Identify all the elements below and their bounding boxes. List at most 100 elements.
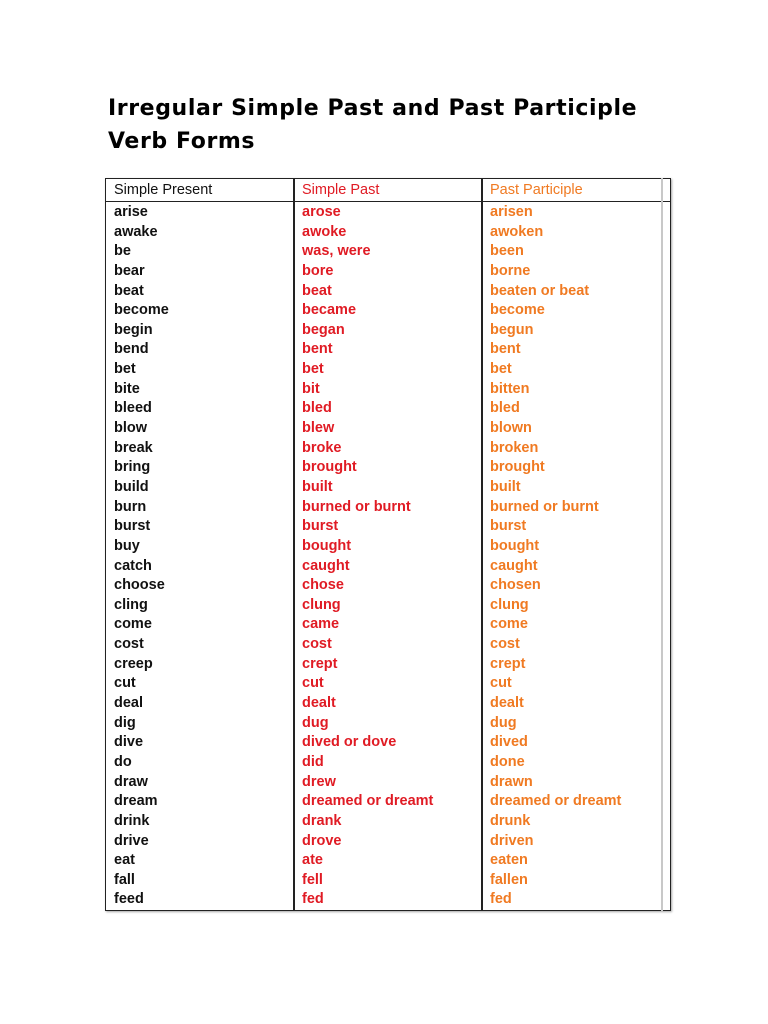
cell-simple-past: dug (302, 714, 329, 731)
table-row: cling clung clung (106, 596, 670, 616)
table-row: fall fell fallen (106, 871, 670, 891)
cell-past-participle: broken (490, 439, 539, 456)
cell-simple-present: bring (114, 459, 151, 476)
cell-past-participle: clung (490, 596, 529, 613)
cell-past-participle: done (490, 753, 525, 770)
cell-simple-past: did (302, 753, 324, 770)
table-row: become became become (106, 301, 670, 321)
cell-simple-past: burned or burnt (302, 498, 411, 515)
table-row: break broke broken (106, 439, 670, 459)
cell-past-participle: bet (490, 361, 512, 378)
table-row: buy bought bought (106, 537, 670, 557)
cell-simple-past: dreamed or dreamt (302, 793, 434, 810)
cell-past-participle: dug (490, 714, 517, 731)
cell-simple-past: became (302, 302, 357, 319)
cell-past-participle: begun (490, 321, 534, 338)
cell-simple-present: awake (114, 223, 158, 240)
table-row: be was, were been (106, 242, 670, 262)
cell-past-participle: cost (490, 636, 520, 653)
cell-simple-present: arise (114, 204, 148, 220)
table-row: bend bent bent (106, 340, 670, 360)
cell-past-participle: been (490, 243, 524, 260)
cell-simple-present: blow (114, 420, 148, 437)
table-row: bring brought brought (106, 458, 670, 478)
cell-simple-past: drank (302, 812, 342, 829)
cell-simple-past: beat (302, 282, 332, 299)
cell-simple-past: dealt (302, 695, 336, 712)
cell-simple-present: begin (114, 321, 153, 338)
table-row: catch caught caught (106, 557, 670, 577)
table-row: choose chose chosen (106, 576, 670, 596)
cell-simple-past: drew (302, 773, 336, 790)
cell-simple-present: feed (114, 891, 144, 908)
table-row: arise arose arisen (106, 203, 670, 223)
cell-simple-present: become (114, 302, 169, 319)
cell-simple-past: ate (302, 852, 323, 869)
cell-simple-past: bled (302, 400, 332, 417)
cell-simple-present: burst (114, 518, 151, 535)
cell-simple-past: bought (302, 537, 352, 554)
cell-simple-past: bet (302, 361, 324, 378)
title-line-1: Irregular Simple Past and Past Participl… (108, 96, 638, 121)
table-row: dream dreamed or dreamt dreamed or dreamt (106, 792, 670, 812)
cell-past-participle: dived (490, 734, 528, 751)
cell-past-participle: eaten (490, 852, 528, 869)
table-row: beat beat beaten or beat (106, 282, 670, 302)
cell-past-participle: become (490, 302, 545, 319)
cell-past-participle: bent (490, 341, 521, 358)
cell-past-participle: come (490, 616, 528, 633)
header-simple-present: Simple Present (114, 182, 213, 198)
cell-simple-present: draw (114, 773, 148, 790)
table-row: cost cost cost (106, 635, 670, 655)
table-row: creep crept crept (106, 655, 670, 675)
table-body: arise arose arisen awake awoke awoken be was, w… (106, 203, 670, 910)
table-header-row: Simple Present Simple Past Past Particip… (106, 179, 670, 202)
cell-simple-present: dream (114, 793, 158, 810)
table-row: feed fed fed (106, 890, 670, 910)
cell-simple-past: bent (302, 341, 333, 358)
cell-simple-past: built (302, 478, 333, 495)
cell-simple-past: drove (302, 832, 342, 849)
cell-simple-past: chose (302, 577, 344, 594)
cell-simple-present: fall (114, 871, 135, 888)
cell-simple-present: beat (114, 282, 144, 299)
cell-simple-present: cost (114, 636, 144, 653)
cell-simple-past: clung (302, 596, 341, 613)
table-row: eat ate eaten (106, 851, 670, 871)
table-row: draw drew drawn (106, 773, 670, 793)
cell-simple-present: bend (114, 341, 149, 358)
cell-simple-present: eat (114, 852, 135, 869)
cell-simple-present: come (114, 616, 152, 633)
cell-simple-present: cut (114, 675, 136, 692)
page-title: Irregular Simple Past and Past Participl… (108, 92, 668, 158)
table-row: bleed bled bled (106, 399, 670, 419)
cell-simple-past: cost (302, 636, 332, 653)
cell-simple-present: drive (114, 832, 149, 849)
cell-simple-past: fed (302, 891, 324, 908)
cell-simple-present: choose (114, 577, 165, 594)
table-row: dive dived or dove dived (106, 733, 670, 753)
table-row: bear bore borne (106, 262, 670, 282)
cell-simple-past: dived or dove (302, 734, 397, 751)
verb-table: Simple Present Simple Past Past Particip… (105, 178, 671, 911)
cell-simple-present: creep (114, 655, 153, 672)
table-row: cut cut cut (106, 674, 670, 694)
table-row: bet bet bet (106, 360, 670, 380)
cell-past-participle: caught (490, 557, 538, 574)
table-row: blow blew blown (106, 419, 670, 439)
cell-past-participle: driven (490, 832, 534, 849)
table-row: come came come (106, 615, 670, 635)
cell-past-participle: burst (490, 518, 527, 535)
table-edge-line (661, 178, 663, 911)
cell-simple-past: caught (302, 557, 350, 574)
cell-past-participle: fed (490, 891, 512, 908)
cell-simple-present: dig (114, 714, 136, 731)
cell-simple-present: do (114, 753, 132, 770)
cell-simple-present: drink (114, 812, 150, 829)
cell-past-participle: built (490, 478, 521, 495)
cell-simple-present: buy (114, 537, 140, 554)
table-row: begin began begun (106, 321, 670, 341)
cell-past-participle: cut (490, 675, 512, 692)
cell-past-participle: brought (490, 459, 545, 476)
table-row: dig dug dug (106, 714, 670, 734)
